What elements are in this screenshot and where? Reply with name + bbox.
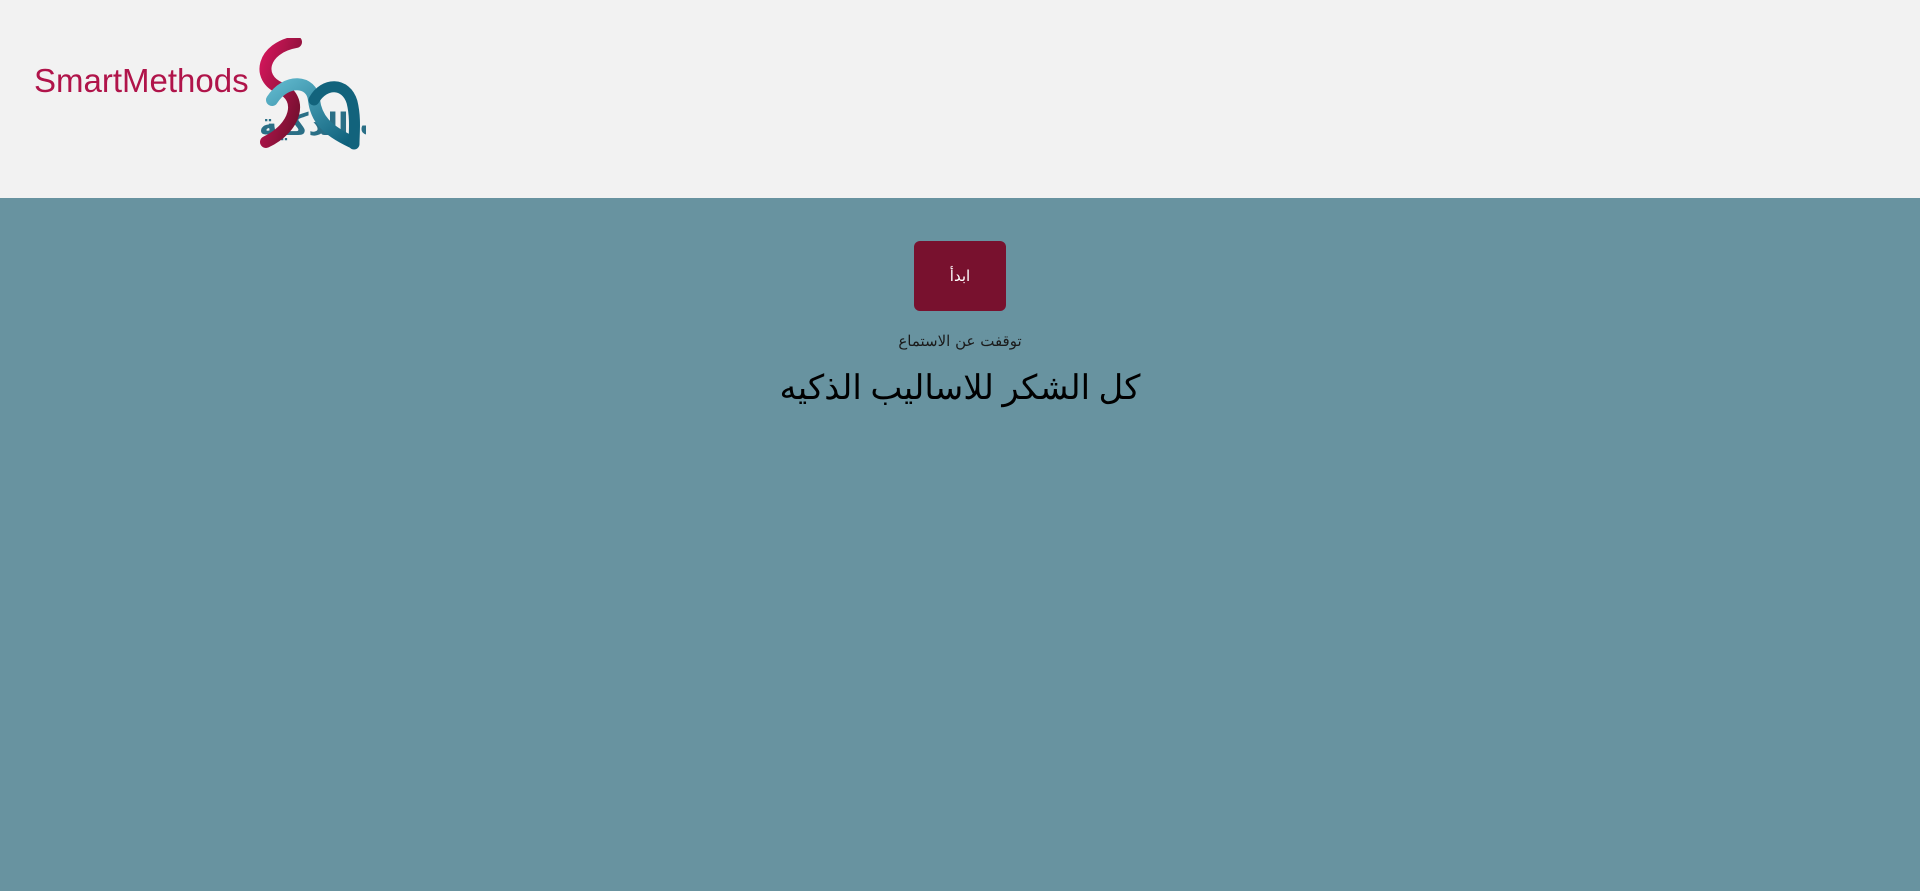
logo-text-en: SmartMethods — [34, 62, 249, 99]
transcript-text: كل الشكر للاساليب الذكيه — [779, 370, 1141, 407]
main-content: ابدأ توقفت عن الاستماع كل الشكر للاساليب… — [0, 198, 1920, 891]
start-button[interactable]: ابدأ — [914, 241, 1006, 311]
page: SmartMethods الأساليب الذكية ابدأ توقفت … — [0, 0, 1920, 891]
listening-status: توقفت عن الاستماع — [898, 332, 1022, 350]
smartmethods-logo[interactable]: SmartMethods الأساليب الذكية — [34, 38, 366, 152]
logo-graphic: SmartMethods الأساليب الذكية — [34, 38, 366, 150]
header: SmartMethods الأساليب الذكية — [0, 0, 1920, 198]
